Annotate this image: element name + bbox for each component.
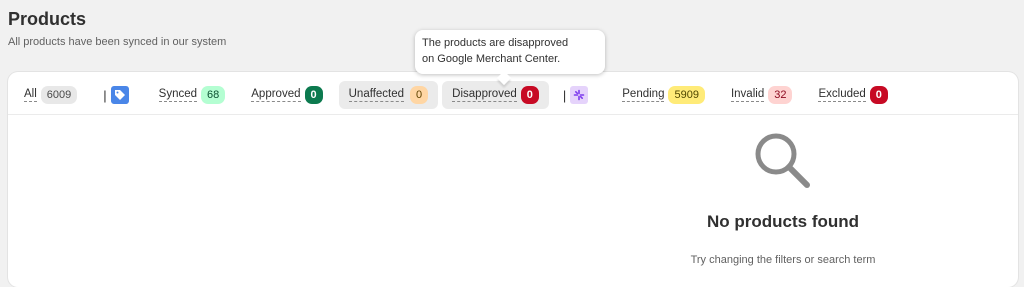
tooltip-line-2: on Google Merchant Center. bbox=[422, 53, 561, 65]
tab-pending-count: 5909 bbox=[668, 86, 705, 104]
tab-excluded[interactable]: Excluded 0 bbox=[812, 81, 893, 109]
empty-title: No products found bbox=[706, 212, 860, 231]
tab-all-label: All bbox=[24, 88, 37, 102]
tab-synced-label: Synced bbox=[158, 88, 198, 102]
page-header: Products All products have been synced i… bbox=[8, 8, 226, 49]
tab-approved-count: 0 bbox=[304, 86, 323, 104]
disapproved-tooltip: The products are disapproved on Google M… bbox=[415, 30, 605, 86]
tab-unaffected-count: 0 bbox=[410, 86, 429, 104]
tab-synced-count: 68 bbox=[201, 86, 226, 104]
page-subtitle: All products have been synced in our sys… bbox=[8, 36, 227, 48]
tab-invalid-label: Invalid bbox=[730, 88, 765, 102]
empty-state: No products found Try changing the filte… bbox=[608, 130, 958, 266]
tab-excluded-count: 0 bbox=[869, 86, 888, 104]
tab-invalid-count: 32 bbox=[768, 86, 793, 104]
empty-description: Try changing the filters or search term bbox=[690, 254, 876, 266]
tab-approved[interactable]: Approved 0 bbox=[245, 81, 328, 109]
tab-synced[interactable]: Synced 68 bbox=[153, 81, 232, 109]
tab-all-count: 6009 bbox=[40, 86, 78, 104]
separator: | bbox=[562, 87, 567, 103]
tab-unaffected[interactable]: Unaffected 0 bbox=[338, 81, 439, 109]
search-icon bbox=[755, 133, 810, 188]
tab-approved-label: Approved bbox=[251, 88, 301, 102]
tab-disapproved-label: Disapproved bbox=[452, 88, 517, 102]
sparkle-icon bbox=[570, 86, 589, 104]
separator: | bbox=[103, 87, 107, 103]
tab-disapproved[interactable]: Disapproved 0 bbox=[442, 81, 549, 109]
filter-tabs: All 6009 | Synced 68 Approved 0 Unaffect… bbox=[18, 80, 894, 110]
tab-excluded-label: Excluded bbox=[818, 88, 866, 102]
tab-all[interactable]: All 6009 bbox=[18, 81, 83, 109]
tooltip-line-1: The products are disapproved bbox=[422, 37, 569, 49]
tab-unaffected-label: Unaffected bbox=[348, 88, 405, 102]
tab-invalid[interactable]: Invalid 32 bbox=[725, 81, 799, 109]
tab-pending-label: Pending bbox=[622, 88, 665, 102]
tab-disapproved-count: 0 bbox=[520, 86, 539, 104]
google-merchant-tag-icon bbox=[110, 86, 129, 104]
tab-pending[interactable]: Pending 5909 bbox=[616, 81, 711, 109]
tabs-divider bbox=[8, 114, 1018, 115]
products-card: All 6009 | Synced 68 Approved 0 Unaffect… bbox=[8, 72, 1018, 287]
page-title: Products bbox=[8, 9, 87, 29]
